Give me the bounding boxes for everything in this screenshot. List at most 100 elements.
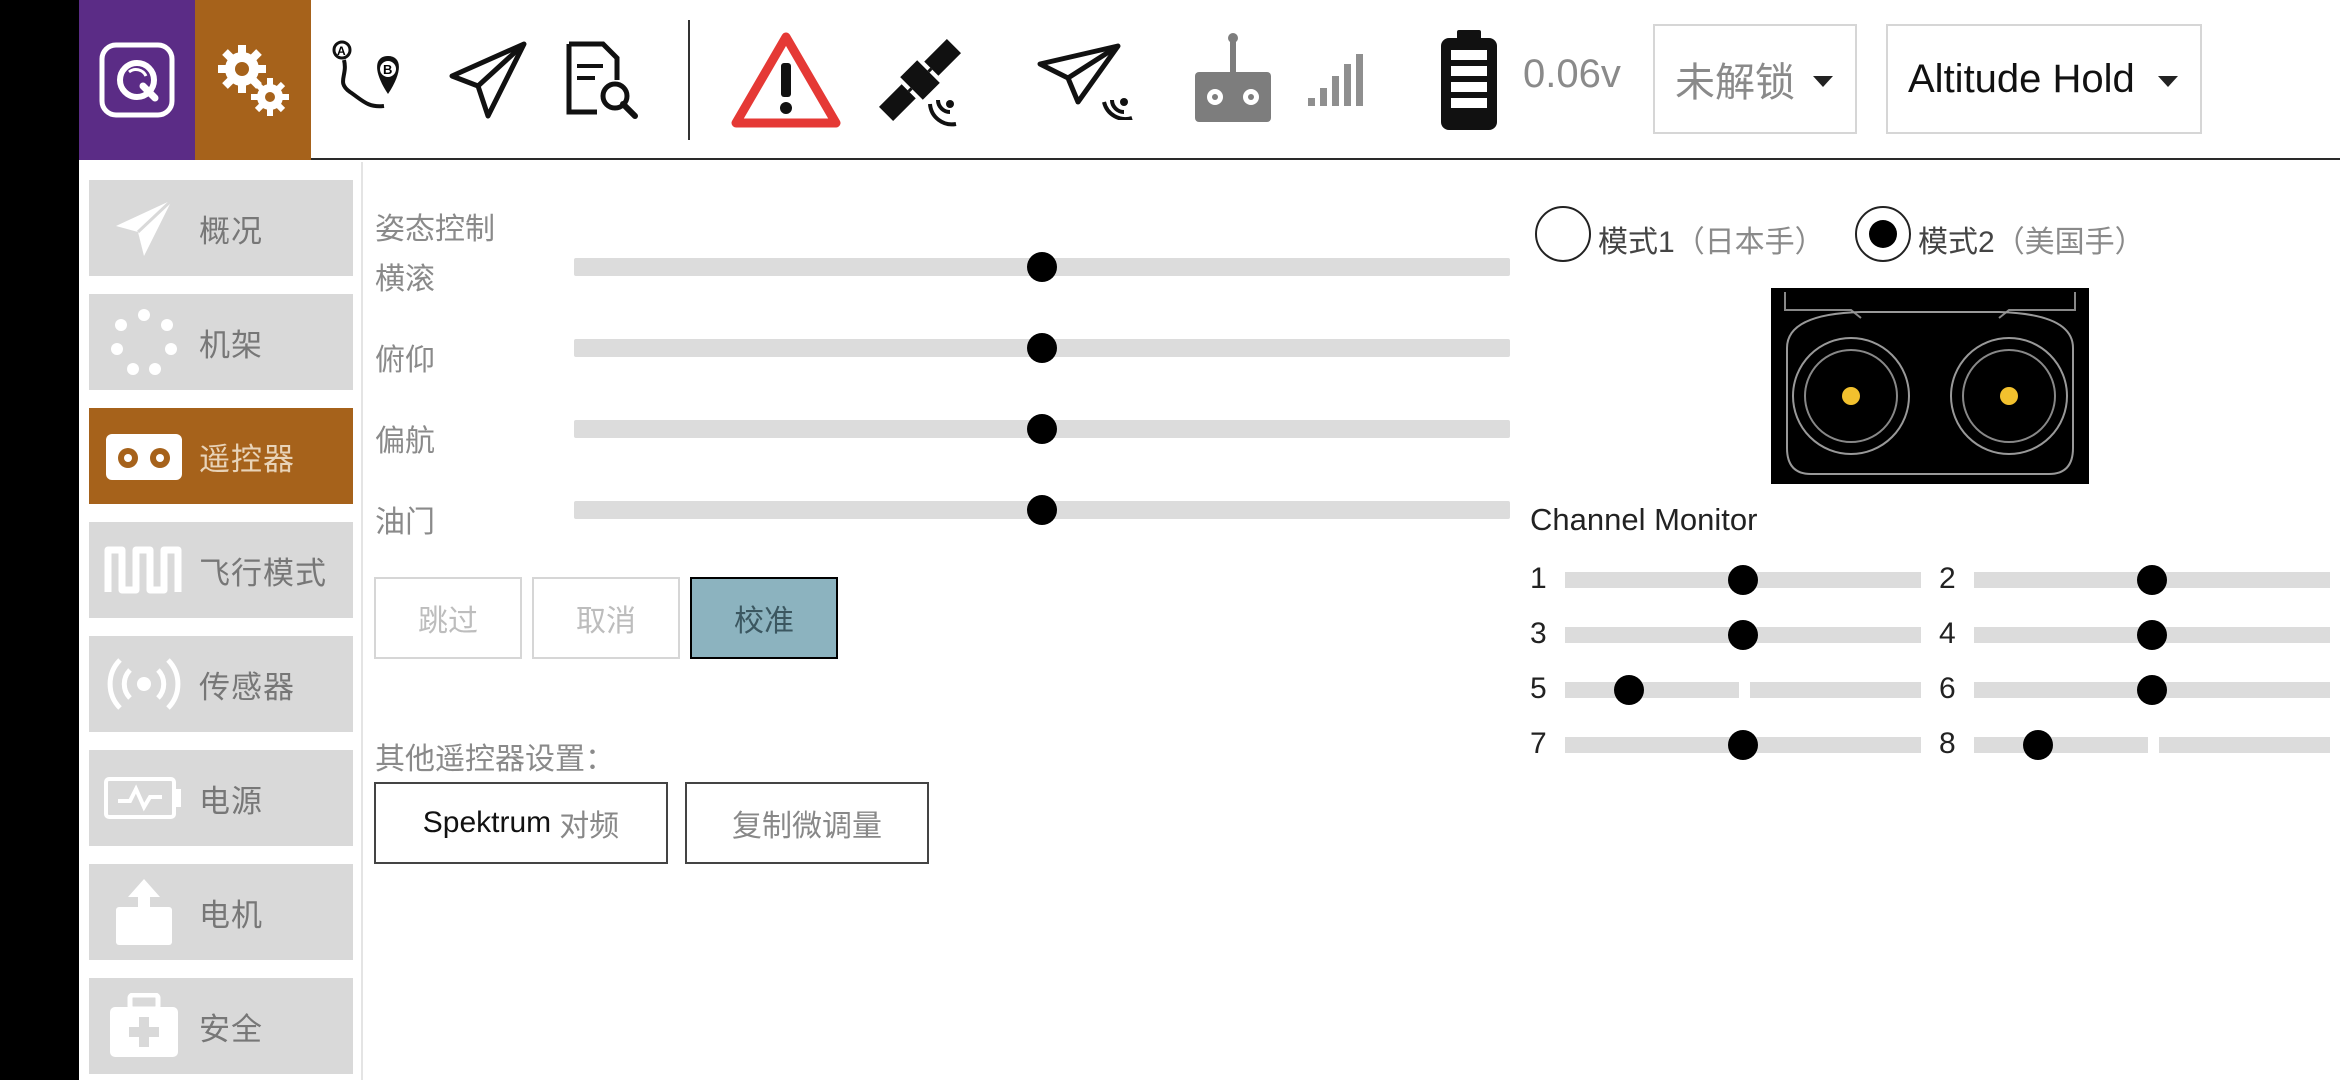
mode1-label[interactable]: 模式1（日本手）: [1598, 217, 1825, 261]
qgc-logo-button[interactable]: [79, 0, 195, 160]
fly-view-button[interactable]: [443, 30, 533, 130]
rc-signal: [1302, 30, 1372, 130]
svg-text:B: B: [383, 62, 392, 77]
roll-label: 横滚: [375, 263, 435, 296]
sidebar-item-airframe[interactable]: 机架: [89, 294, 353, 390]
sidebar-item-motors[interactable]: 电机: [89, 864, 353, 960]
telemetry-icon: [1037, 43, 1133, 120]
analyze-button[interactable]: [557, 30, 647, 130]
mode1-radio[interactable]: [1535, 206, 1591, 262]
channel-value-indicator: [1728, 620, 1758, 650]
channel-value-indicator: [2137, 565, 2167, 595]
spektrum-bind-button[interactable]: Spektrum 对频: [374, 782, 668, 864]
sidebar-item-summary[interactable]: 概况: [89, 180, 353, 276]
flight-mode-value: Altitude Hold: [1908, 56, 2135, 101]
chevron-down-icon: [2158, 76, 2178, 87]
throttle-slider-handle[interactable]: [1027, 495, 1057, 525]
mode2-radio-dot: [1869, 220, 1897, 248]
gps-satellite-icon: [878, 38, 962, 127]
channel-track: [1750, 682, 1921, 698]
mode2-desc: （美国手）: [1994, 226, 2145, 259]
channel-number: 5: [1530, 672, 1547, 705]
sidebar-item-label: 遥控器: [199, 441, 295, 477]
pitch-slider-handle[interactable]: [1027, 333, 1057, 363]
channel-number: 4: [1939, 617, 1956, 650]
calibrate-button[interactable]: 校准: [690, 577, 838, 659]
yaw-slider-handle[interactable]: [1027, 414, 1057, 444]
right-stick-dot: [2000, 387, 2018, 405]
yaw-label: 偏航: [375, 425, 435, 458]
sidebar-item-label: 电机: [199, 897, 263, 933]
channel-number: 8: [1939, 727, 1956, 760]
arm-state-dropdown[interactable]: 未解锁: [1653, 24, 1857, 134]
setup-sidebar: 概况 机架 遥控器 飞行模式 传感器 电源 电机 安全: [79, 162, 363, 1080]
sidebar-item-label: 飞行模式: [199, 555, 327, 591]
gps-status-button[interactable]: [865, 30, 985, 130]
transmitter-sticks-image: [1771, 288, 2089, 484]
channel-number: 2: [1939, 562, 1956, 595]
battery-voltage: 0.06v: [1523, 52, 1621, 96]
motor-icon: [89, 864, 199, 960]
rc-transmitter-icon: [1195, 33, 1271, 122]
throttle-label: 油门: [375, 506, 435, 539]
rc-status-button[interactable]: [1187, 30, 1279, 130]
roll-slider[interactable]: [574, 252, 1510, 282]
spektrum-brand-label: Spektrum: [422, 806, 552, 839]
vehicle-setup-button[interactable]: [195, 0, 311, 160]
screen-bezel: [0, 0, 79, 1080]
sidebar-item-label: 概况: [199, 213, 263, 249]
sidebar-item-flight-modes[interactable]: 飞行模式: [89, 522, 353, 618]
channel-value-indicator: [2137, 620, 2167, 650]
cancel-button[interactable]: 取消: [532, 577, 680, 659]
mode1-desc: （日本手）: [1674, 226, 1825, 259]
analyze-log-icon: [566, 41, 638, 119]
warning-icon: [731, 32, 841, 128]
channel-value-indicator: [2137, 675, 2167, 705]
sidebar-item-label: 电源: [199, 783, 263, 819]
sidebar-item-power[interactable]: 电源: [89, 750, 353, 846]
mode2-radio[interactable]: [1855, 206, 1911, 262]
other-rc-settings-title: 其他遥控器设置：: [375, 743, 615, 776]
plan-route-icon: A B: [332, 40, 399, 109]
power-battery-icon: [89, 750, 199, 846]
sidebar-item-sensors[interactable]: 传感器: [89, 636, 353, 732]
skip-button[interactable]: 跳过: [374, 577, 522, 659]
fly-view-icon: [449, 41, 527, 119]
pitch-label: 俯仰: [375, 344, 435, 377]
channel-value-indicator: [1614, 675, 1645, 705]
safety-medkit-icon: [89, 978, 199, 1074]
left-stick-dot: [1842, 387, 1860, 405]
channel-monitor-title: Channel Monitor: [1530, 502, 1758, 537]
mode2-label[interactable]: 模式2（美国手）: [1918, 217, 2145, 261]
mode2-number: 模式2: [1918, 226, 1995, 259]
sidebar-item-radio[interactable]: 遥控器: [89, 408, 353, 504]
channel-number: 3: [1530, 617, 1547, 650]
messages-warning-button[interactable]: [726, 30, 846, 130]
sidebar-item-label: 传感器: [199, 669, 295, 705]
channel-track: [1974, 737, 2149, 753]
remote-control-icon: [89, 408, 199, 504]
channel-value-indicator: [1728, 565, 1758, 595]
plan-route-button[interactable]: A B: [327, 30, 417, 130]
qgc-logo-icon: [99, 42, 175, 118]
arm-state-value: 未解锁: [1675, 61, 1795, 105]
roll-slider-handle[interactable]: [1027, 252, 1057, 282]
signal-bars-icon: [1308, 54, 1363, 106]
sidebar-item-safety[interactable]: 安全: [89, 978, 353, 1074]
channel-track: [1565, 682, 1740, 698]
battery-icon: [1441, 30, 1497, 130]
telemetry-status-button[interactable]: [1027, 30, 1157, 130]
pitch-slider[interactable]: [574, 333, 1510, 363]
battery-status-button[interactable]: [1431, 26, 1507, 134]
yaw-slider[interactable]: [574, 414, 1510, 444]
spektrum-bind-label: 对频: [559, 810, 620, 843]
settings-gears-icon: [218, 45, 289, 116]
attitude-control-title: 姿态控制: [375, 213, 495, 246]
flight-mode-dropdown[interactable]: Altitude Hold: [1886, 24, 2202, 134]
channel-number: 7: [1530, 727, 1547, 760]
sidebar-item-label: 机架: [199, 327, 263, 363]
chevron-down-icon: [1813, 76, 1833, 87]
copy-trims-button[interactable]: 复制微调量: [685, 782, 929, 864]
channel-value-indicator: [1728, 730, 1758, 760]
throttle-slider[interactable]: [574, 495, 1510, 525]
